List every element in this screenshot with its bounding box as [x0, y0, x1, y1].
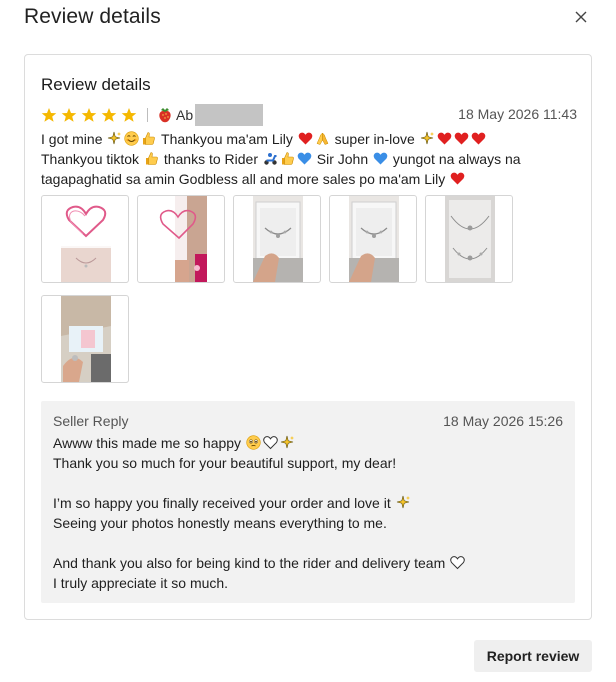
review-line: tagapaghatid sa amin Godbless all and mo…: [41, 169, 581, 189]
reply-line: I truly appreciate it so much.: [53, 573, 563, 593]
review-line: Thankyou tiktok thanks to Rider Sir John…: [41, 149, 581, 169]
review-date: 18 May 2026 11:43: [458, 106, 577, 122]
star-icon: [101, 108, 117, 122]
seller-reply-text: Awww this made me so happy Thank you so …: [53, 433, 563, 593]
review-photo-image: [253, 196, 303, 282]
review-photo-thumbnail[interactable]: [137, 195, 225, 283]
heart-red-emoji-icon: [471, 132, 485, 145]
heart-red-emoji-icon: [454, 132, 468, 145]
thumbs-emoji-icon: [281, 152, 294, 165]
reply-text: I truly appreciate it so much.: [53, 575, 229, 591]
star-icon: [81, 108, 97, 122]
reply-line: [53, 533, 563, 553]
seller-reply-date: 18 May 2026 15:26: [443, 413, 563, 429]
review-photo-thumbnail[interactable]: [329, 195, 417, 283]
modal-title: Review details: [24, 5, 161, 28]
review-text: super in-love: [330, 131, 419, 147]
reply-text: I’m so happy you finally received your o…: [53, 495, 395, 511]
reply-line: Thank you so much for your beautiful sup…: [53, 453, 563, 473]
modal-header: Review details: [0, 0, 616, 40]
redacted-name-block: [195, 104, 264, 126]
reply-text: Seeing your photos honestly means everyt…: [53, 515, 387, 531]
star-icon: [121, 108, 137, 122]
sparkles-emoji-icon: [108, 131, 122, 145]
reply-line: Seeing your photos honestly means everyt…: [53, 513, 563, 533]
thumbs-emoji-icon: [143, 132, 156, 145]
star-icon: [41, 108, 57, 122]
photo-heart-drawing-image: [61, 196, 111, 282]
reviewer-name: Ab: [176, 107, 194, 123]
review-photo-thumbnail[interactable]: [41, 195, 129, 283]
strawberry-avatar-icon: [159, 108, 171, 123]
star-rating: [41, 107, 137, 123]
review-photo-image: [157, 196, 207, 282]
seller-reply-label: Seller Reply: [53, 413, 129, 429]
close-button[interactable]: [570, 6, 592, 28]
heart-blue-emoji-icon: [373, 152, 388, 165]
sparkles-emoji-icon: [280, 435, 294, 449]
reply-line: And thank you also for being kind to the…: [53, 553, 563, 573]
review-photo-image: [61, 196, 111, 282]
review-meta: Ab 18 May 2026 11:43: [41, 103, 577, 127]
review-photo-image: [61, 296, 111, 382]
sparkles-emoji-icon: [396, 495, 410, 509]
review-text: Thankyou tiktok: [41, 151, 143, 167]
photo-heart-selfie-image: [157, 196, 207, 282]
review-text: tagapaghatid sa amin Godbless all and mo…: [41, 171, 450, 187]
review-line: I got mine Thankyou ma'am Lily super in-…: [41, 129, 581, 149]
reply-text: Awww this made me so happy: [53, 435, 245, 451]
photo-jewelry-box-image: [349, 196, 399, 282]
card-title: Review details: [41, 75, 151, 94]
review-photo-image: [445, 196, 495, 282]
reply-line: I’m so happy you finally received your o…: [53, 493, 563, 513]
reply-line: [53, 473, 563, 493]
reply-text: And thank you also for being kind to the…: [53, 555, 450, 571]
heart-outline-emoji-icon: [263, 436, 278, 450]
photo-parcel-open-image: [61, 296, 111, 382]
review-card: Review details Ab 18 May 2026 11:43 I go…: [24, 54, 592, 620]
review-photo-thumbnail[interactable]: [425, 195, 513, 283]
divider: [147, 108, 148, 122]
smile-emoji-icon: [124, 131, 139, 146]
photo-necklace-flat-image: [445, 196, 495, 282]
heart-red-emoji-icon: [450, 172, 465, 185]
heart-blue-emoji-icon: [297, 152, 312, 165]
report-review-button[interactable]: Report review: [474, 640, 592, 672]
review-text: Sir John: [312, 151, 373, 167]
review-text: I got mine Thankyou ma'am Lily super in-…: [41, 129, 581, 189]
review-text: I got mine: [41, 131, 107, 147]
review-photo-thumbnail[interactable]: [233, 195, 321, 283]
reply-text: Thank you so much for your beautiful sup…: [53, 455, 397, 471]
review-text: Thankyou ma'am Lily: [157, 131, 297, 147]
review-photo-image: [349, 196, 399, 282]
thumbs-emoji-icon: [145, 152, 158, 165]
pleading-emoji-icon: [246, 435, 261, 450]
pray-emoji-icon: [316, 132, 329, 145]
review-photo-thumbnail[interactable]: [41, 295, 129, 383]
heart-outline-emoji-icon: [450, 556, 465, 570]
star-icon: [61, 108, 77, 122]
scooter-emoji-icon: [264, 153, 277, 165]
review-text: yungot na always na: [389, 151, 521, 167]
close-icon[interactable]: [575, 11, 587, 23]
seller-reply: Seller Reply 18 May 2026 15:26 Awww this…: [41, 401, 575, 603]
heart-red-emoji-icon: [298, 132, 313, 145]
sparkles-emoji-icon: [420, 131, 434, 145]
photo-jewelry-box-image: [253, 196, 303, 282]
heart-red-emoji-icon: [437, 132, 451, 145]
review-text: thanks to Rider: [159, 151, 262, 167]
reply-line: Awww this made me so happy: [53, 433, 563, 453]
